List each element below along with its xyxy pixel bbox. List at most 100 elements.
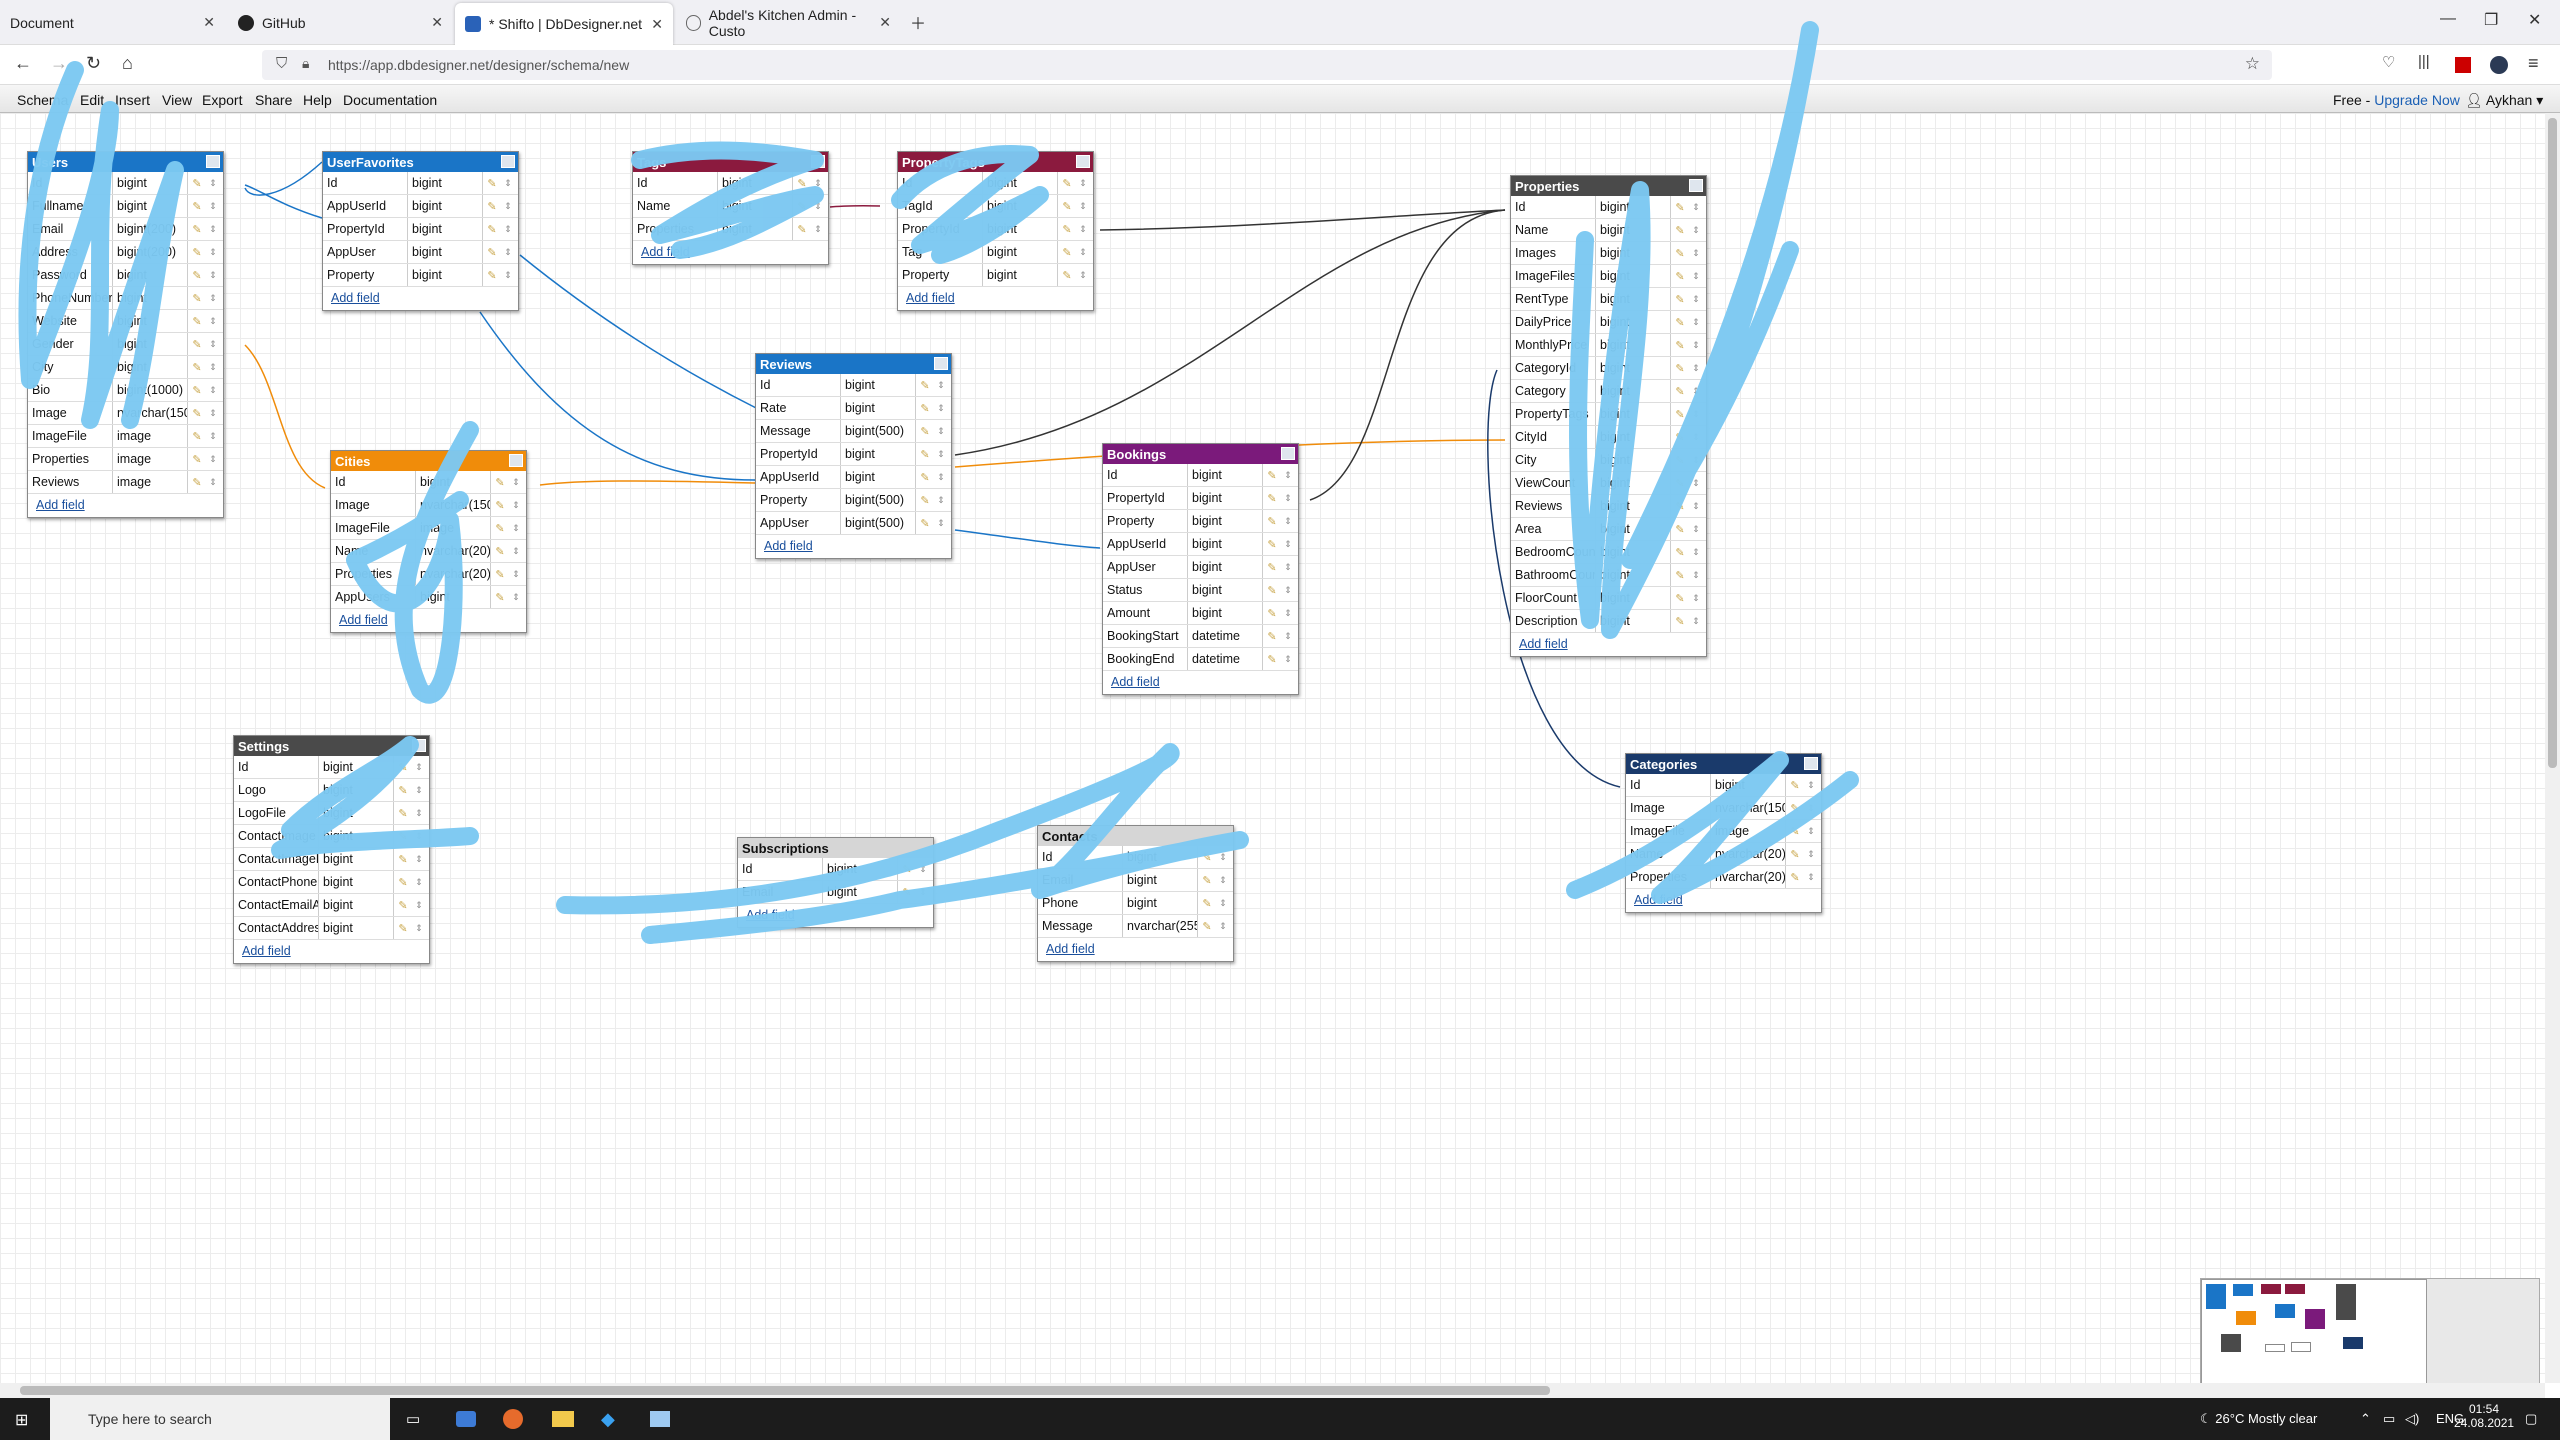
edit-field-icon[interactable]: ✎ bbox=[1671, 385, 1689, 398]
edit-field-icon[interactable]: ✎ bbox=[1671, 339, 1689, 352]
move-field-icon[interactable]: ⇕ bbox=[1689, 248, 1703, 259]
add-field-link[interactable]: Add field bbox=[331, 609, 526, 632]
field-name[interactable]: Email bbox=[28, 218, 113, 240]
field-type[interactable]: bigint bbox=[416, 586, 491, 608]
field-type[interactable]: bigint bbox=[1188, 510, 1263, 532]
field-type[interactable]: bigint bbox=[113, 356, 188, 378]
pdf-extension-icon[interactable] bbox=[2455, 57, 2471, 73]
move-field-icon[interactable]: ⇕ bbox=[412, 923, 426, 934]
field-type[interactable]: bigint(200) bbox=[113, 241, 188, 263]
move-field-icon[interactable]: ⇕ bbox=[501, 224, 515, 235]
field-name[interactable]: Reviews bbox=[28, 471, 113, 493]
edit-field-icon[interactable]: ✎ bbox=[898, 886, 916, 899]
field-name[interactable]: Gender bbox=[28, 333, 113, 355]
field-type[interactable]: bigint bbox=[1596, 564, 1671, 586]
field-name[interactable]: Image bbox=[331, 494, 416, 516]
field-type[interactable]: bigint bbox=[1596, 518, 1671, 540]
edit-field-icon[interactable]: ✎ bbox=[491, 568, 509, 581]
add-field-link[interactable]: Add field bbox=[898, 287, 1093, 310]
tab-dbdesigner[interactable]: * Shifto | DbDesigner.net ✕ bbox=[455, 3, 673, 45]
edit-field-icon[interactable]: ✎ bbox=[1671, 201, 1689, 214]
move-field-icon[interactable]: ⇕ bbox=[1076, 178, 1090, 189]
move-field-icon[interactable]: ⇕ bbox=[811, 224, 825, 235]
field-type[interactable]: bigint bbox=[319, 917, 394, 939]
field-name[interactable]: ImageFile bbox=[331, 517, 416, 539]
field-type[interactable]: bigint bbox=[983, 264, 1058, 286]
edit-field-icon[interactable]: ✎ bbox=[1671, 247, 1689, 260]
field-type[interactable]: bigint bbox=[1123, 846, 1198, 868]
field-name[interactable]: Reviews bbox=[1511, 495, 1596, 517]
menu-help[interactable]: Help bbox=[303, 92, 332, 108]
field-row[interactable]: Logo bigint ✎ ⇕ bbox=[234, 779, 429, 802]
vscode-icon[interactable]: ◆ bbox=[601, 1409, 615, 1430]
edit-field-icon[interactable]: ✎ bbox=[188, 200, 206, 213]
edit-field-icon[interactable]: ✎ bbox=[916, 471, 934, 484]
edit-field-icon[interactable]: ✎ bbox=[1263, 492, 1281, 505]
move-field-icon[interactable]: ⇕ bbox=[1076, 270, 1090, 281]
field-name[interactable]: Address bbox=[28, 241, 113, 263]
field-row[interactable]: ContactImage bigint ✎ ⇕ bbox=[234, 825, 429, 848]
field-row[interactable]: Amount bigint ✎ ⇕ bbox=[1103, 602, 1298, 625]
field-type[interactable]: bigint bbox=[113, 310, 188, 332]
field-type[interactable]: image bbox=[113, 471, 188, 493]
field-row[interactable]: Website bigint ✎ ⇕ bbox=[28, 310, 223, 333]
relation-line[interactable] bbox=[539, 480, 756, 486]
edit-field-icon[interactable]: ✎ bbox=[188, 223, 206, 236]
field-type[interactable]: bigint bbox=[1188, 464, 1263, 486]
field-row[interactable]: ViewCount bigint ✎ ⇕ bbox=[1511, 472, 1706, 495]
field-row[interactable]: Id bigint ✎ ⇕ bbox=[1038, 846, 1233, 869]
table-header[interactable]: Tags bbox=[633, 152, 828, 172]
move-field-icon[interactable]: ⇕ bbox=[501, 270, 515, 281]
move-field-icon[interactable]: ⇕ bbox=[1281, 654, 1295, 665]
taskbar-search[interactable]: Type here to search bbox=[50, 1398, 390, 1440]
field-row[interactable]: Property bigint(500) ✎ ⇕ bbox=[756, 489, 951, 512]
field-name[interactable]: Message bbox=[756, 420, 841, 442]
field-row[interactable]: Id bigint ✎ ⇕ bbox=[898, 172, 1093, 195]
field-type[interactable]: bigint bbox=[319, 779, 394, 801]
field-row[interactable]: ImageFile image ✎ ⇕ bbox=[1626, 820, 1821, 843]
field-type[interactable]: nvarchar(255) bbox=[1123, 915, 1198, 937]
move-field-icon[interactable]: ⇕ bbox=[412, 831, 426, 842]
field-type[interactable]: bigint bbox=[1596, 380, 1671, 402]
field-name[interactable]: Properties bbox=[1626, 866, 1711, 888]
reload-icon[interactable]: ↻ bbox=[86, 53, 101, 74]
field-type[interactable]: bigint(1000) bbox=[113, 379, 188, 401]
field-name[interactable]: Image bbox=[28, 402, 113, 424]
table-users[interactable]: Users Id bigint ✎ ⇕ Fullname bigint ✎ ⇕ Email big… bbox=[27, 151, 224, 518]
field-name[interactable]: DailyPrice bbox=[1511, 311, 1596, 333]
field-name[interactable]: AppUser bbox=[323, 241, 408, 263]
field-row[interactable]: PropertyId bigint ✎ ⇕ bbox=[1103, 487, 1298, 510]
field-name[interactable]: Id bbox=[331, 471, 416, 493]
field-row[interactable]: ContactImageFilebigint✎⇕ bbox=[234, 848, 429, 871]
field-name[interactable]: ContactEmailAddress bbox=[234, 894, 319, 916]
edit-field-icon[interactable]: ✎ bbox=[1058, 223, 1076, 236]
field-row[interactable]: PropertyId bigint ✎ ⇕ bbox=[898, 218, 1093, 241]
field-row[interactable]: Reviews bigint ✎ ⇕ bbox=[1511, 495, 1706, 518]
upgrade-link[interactable]: Upgrade Now bbox=[2374, 92, 2460, 108]
field-row[interactable]: Description bigint ✎ ⇕ bbox=[1511, 610, 1706, 633]
add-field-link[interactable]: Add field bbox=[234, 940, 429, 963]
move-field-icon[interactable]: ⇕ bbox=[1689, 225, 1703, 236]
edit-field-icon[interactable]: ✎ bbox=[188, 315, 206, 328]
table-options-icon[interactable] bbox=[934, 357, 948, 370]
field-type[interactable]: nvarchar(150) bbox=[1711, 797, 1786, 819]
field-name[interactable]: Logo bbox=[234, 779, 319, 801]
relation-line[interactable] bbox=[244, 344, 326, 489]
table-options-icon[interactable] bbox=[811, 155, 825, 168]
move-field-icon[interactable]: ⇕ bbox=[1689, 501, 1703, 512]
field-row[interactable]: Name nvarchar(20) ✎ ⇕ bbox=[331, 540, 526, 563]
field-type[interactable]: nvarchar(20) bbox=[416, 563, 491, 585]
edit-field-icon[interactable]: ✎ bbox=[1786, 802, 1804, 815]
edit-field-icon[interactable]: ✎ bbox=[394, 784, 412, 797]
field-type[interactable]: bigint bbox=[319, 871, 394, 893]
field-name[interactable]: ImageFiles bbox=[1511, 265, 1596, 287]
field-type[interactable]: bigint bbox=[718, 195, 793, 217]
move-field-icon[interactable]: ⇕ bbox=[509, 592, 523, 603]
field-type[interactable]: bigint bbox=[1596, 196, 1671, 218]
move-field-icon[interactable]: ⇕ bbox=[1804, 849, 1818, 860]
field-type[interactable]: bigint bbox=[1596, 472, 1671, 494]
edit-field-icon[interactable]: ✎ bbox=[1198, 851, 1216, 864]
table-options-icon[interactable] bbox=[509, 454, 523, 467]
field-row[interactable]: AppUserId bigint ✎ ⇕ bbox=[756, 466, 951, 489]
edit-field-icon[interactable]: ✎ bbox=[188, 177, 206, 190]
